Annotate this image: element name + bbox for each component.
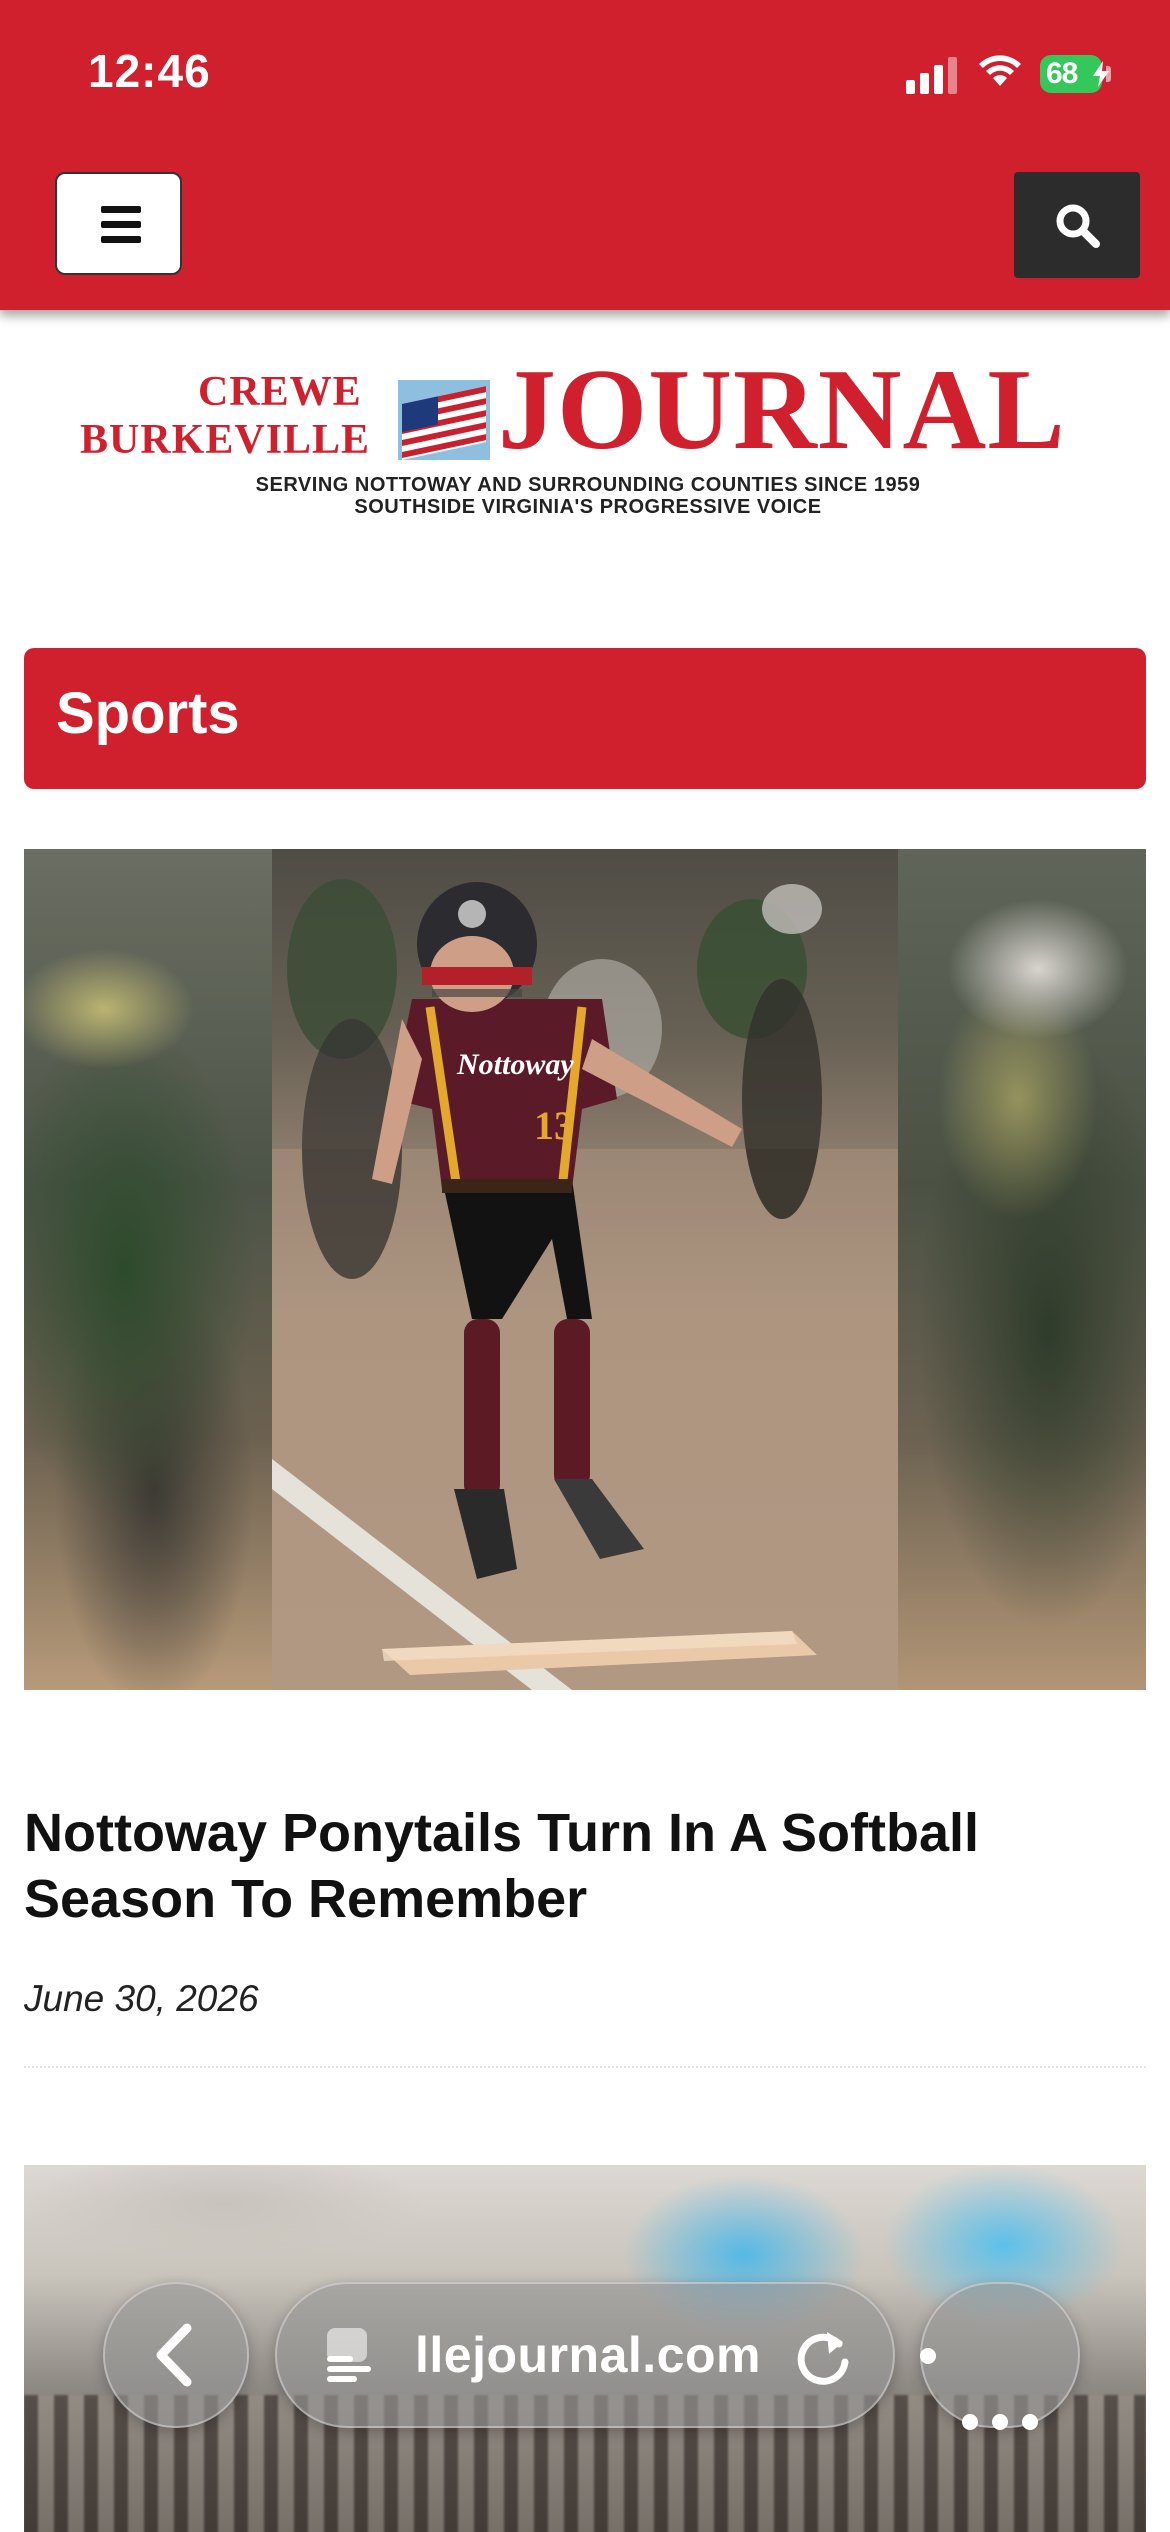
status-time: 12:46 — [88, 45, 211, 97]
reload-icon[interactable] — [793, 2324, 853, 2388]
logo-subtagline: SOUTHSIDE VIRGINIA'S PROGRESSIVE VOICE — [354, 496, 822, 518]
address-bar[interactable]: llejournal.com — [275, 2282, 895, 2428]
jersey-text: Nottoway — [456, 1048, 574, 1081]
site-header: 12:46 68 — [0, 0, 1170, 310]
logo-tagline: SERVING NOTTOWAY AND SURROUNDING COUNTIE… — [255, 474, 921, 496]
article-title[interactable]: Nottoway Ponytails Turn In A Softball Se… — [24, 1800, 1124, 1932]
chevron-left-icon — [156, 2323, 192, 2387]
softball-photo: Nottoway 13 — [272, 849, 898, 1690]
site-logo[interactable]: CREWE BURKEVILLE JOURNAL SERVING NOTTOWA… — [78, 352, 1098, 524]
wifi-icon — [979, 55, 1021, 86]
image-blur-right — [898, 849, 1146, 1690]
cellular-signal-icon — [906, 56, 958, 94]
battery-cap — [1106, 66, 1111, 82]
search-icon — [1056, 204, 1100, 248]
menu-button[interactable] — [55, 172, 182, 275]
article-divider — [24, 2066, 1146, 2068]
image-blur-left — [24, 849, 272, 1690]
battery-icon: 68 — [1040, 55, 1109, 93]
battery-level: 68 — [1046, 57, 1078, 90]
logo-line-crewe: CREWE — [198, 369, 362, 415]
article-featured-image[interactable]: Nottoway 13 — [24, 849, 1146, 1690]
section-header: Sports — [24, 648, 1146, 789]
back-button[interactable] — [103, 2282, 249, 2428]
american-flag-icon — [398, 380, 490, 460]
jersey-number: 13 — [534, 1103, 574, 1148]
search-button[interactable] — [1014, 172, 1140, 278]
article-date: June 30, 2026 — [24, 1978, 259, 2019]
more-dots-icon — [920, 2348, 1038, 2430]
logo-line-burkeville: BURKEVILLE — [80, 417, 371, 463]
more-options-button[interactable] — [920, 2282, 1080, 2430]
softball-scene: Nottoway 13 — [272, 849, 898, 1690]
section-title: Sports — [56, 681, 240, 746]
url-text: llejournal.com — [415, 2327, 761, 2383]
logo-wordmark: JOURNAL — [498, 346, 1066, 474]
page-menu-icon — [327, 2328, 371, 2382]
